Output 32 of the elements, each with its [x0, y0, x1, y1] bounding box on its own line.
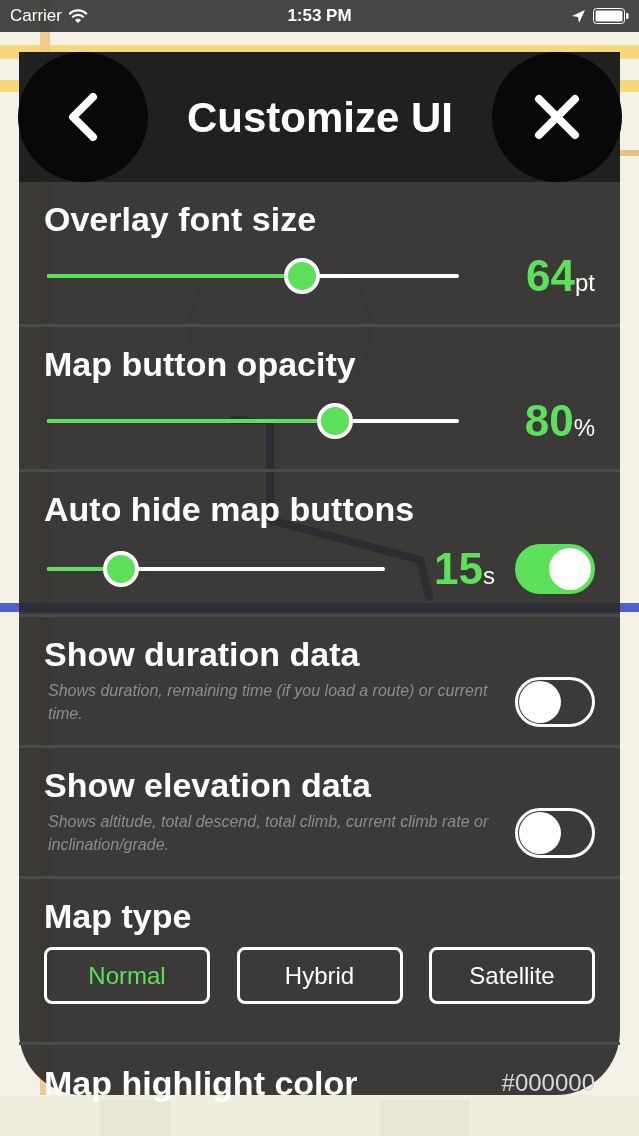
unit-label: % [573, 416, 595, 440]
setting-label: Show duration data [44, 637, 361, 671]
setting-description: Shows altitude, total descend, total climb, current climb rate or inclination/grade. [47, 812, 490, 855]
slider-thumb[interactable] [103, 551, 140, 587]
chevron-left-icon [67, 93, 99, 141]
setting-value: 80 [524, 399, 574, 443]
unit-label: pt [575, 271, 595, 295]
toggle-switch[interactable] [515, 544, 595, 594]
back-button[interactable] [18, 52, 148, 182]
color-value: #000000 [501, 1068, 595, 1098]
carrier-label: Carrier [10, 5, 62, 28]
close-icon [533, 93, 581, 141]
setting-label: Auto hide map buttons [44, 492, 416, 526]
setting-value: 64 [526, 254, 575, 298]
clock-time: 1:53 PM [287, 5, 352, 28]
map-type-button[interactable]: Hybrid [236, 947, 403, 1004]
setting-value: 15 [434, 547, 483, 591]
close-button[interactable] [492, 52, 622, 182]
slider-thumb[interactable] [284, 258, 321, 294]
unit-label: s [483, 564, 495, 588]
wifi-icon [67, 8, 88, 24]
setting-label: Map button opacity [44, 347, 357, 381]
battery-icon [593, 8, 629, 24]
map-type-button[interactable]: Satellite [429, 947, 595, 1004]
setting-description: Shows duration, remaining time (if you load a route) or current time. [47, 681, 489, 724]
map-type-button[interactable]: Normal [44, 947, 210, 1004]
location-arrow-icon [572, 9, 585, 23]
setting-label: Overlay font size [44, 202, 318, 236]
setting-label: Show elevation data [44, 768, 372, 802]
setting-label: Map type [44, 899, 193, 933]
slider-thumb[interactable] [317, 403, 354, 439]
panel-title: Customize UI [187, 92, 453, 143]
